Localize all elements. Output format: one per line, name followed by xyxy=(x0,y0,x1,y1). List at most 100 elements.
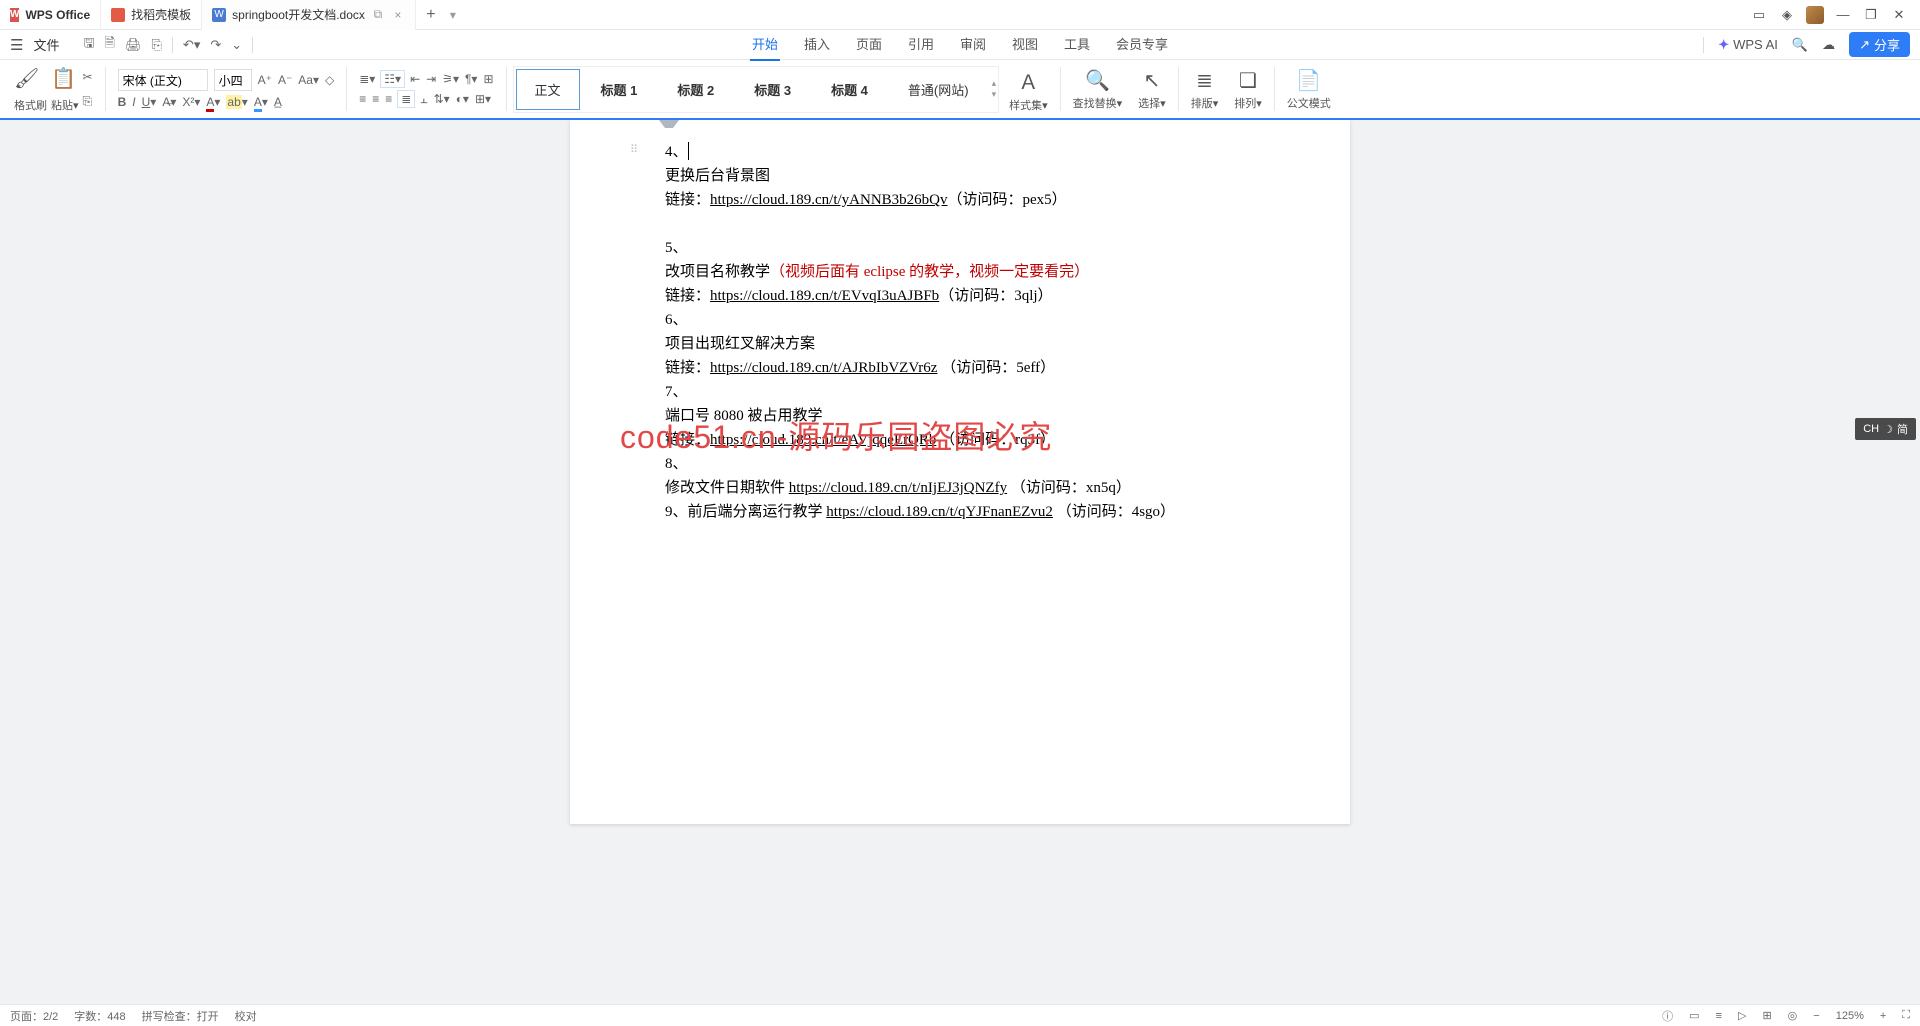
win-cube-icon[interactable]: ◈ xyxy=(1778,6,1796,24)
strikethrough-icon[interactable]: A̶▾ xyxy=(162,95,176,109)
italic-icon[interactable]: I xyxy=(132,95,135,109)
status-info-icon[interactable]: ⓘ xyxy=(1662,1008,1673,1024)
paste-button[interactable]: 📋粘贴▾ xyxy=(51,66,79,113)
format-painter-button[interactable]: 🖌格式刷 xyxy=(14,66,47,113)
superscript-icon[interactable]: X²▾ xyxy=(182,95,200,109)
win-panel-icon[interactable]: ▭ xyxy=(1750,6,1768,24)
increase-font-icon[interactable]: A⁺ xyxy=(258,73,272,87)
tab-reference[interactable]: 引用 xyxy=(906,28,936,61)
file-menu[interactable]: 文件 xyxy=(33,35,59,54)
status-words[interactable]: 字数：448 xyxy=(74,1008,125,1024)
borders-icon[interactable]: ⊞▾ xyxy=(475,92,491,106)
change-case-icon[interactable]: Aa▾ xyxy=(298,73,319,87)
bold-icon[interactable]: B xyxy=(118,95,127,109)
char-border-icon[interactable]: A̲ xyxy=(274,95,282,109)
view-page-icon[interactable]: ▭ xyxy=(1689,1009,1699,1022)
status-spellcheck[interactable]: 拼写检查：打开 xyxy=(142,1008,219,1024)
decrease-indent-icon[interactable]: ⇤ xyxy=(410,72,420,86)
gov-mode-button[interactable]: 📄公文模式 xyxy=(1281,60,1337,118)
qat-dropdown-icon[interactable]: ⌄ xyxy=(231,37,242,53)
style-body[interactable]: 正文 xyxy=(516,69,580,110)
workspace[interactable]: ⠿ 4、 更换后台背景图 链接：https://cloud.189.cn/t/y… xyxy=(0,120,1920,1004)
fullscreen-icon[interactable]: ⛶ xyxy=(1902,1009,1910,1022)
status-page[interactable]: 页面：2/2 xyxy=(10,1008,58,1024)
style-h3[interactable]: 标题 3 xyxy=(735,69,810,110)
view-web-icon[interactable]: ⊞ xyxy=(1762,1009,1771,1022)
clear-format-icon[interactable]: ◇ xyxy=(325,73,334,87)
undo-icon[interactable]: ↶▾ xyxy=(183,37,200,53)
highlight-icon[interactable]: ab▾ xyxy=(226,95,247,109)
guides-icon[interactable]: ⊞ xyxy=(483,72,493,86)
align-right-icon[interactable]: ≡ xyxy=(385,92,392,106)
select-button[interactable]: ↖选择▾ xyxy=(1132,60,1172,118)
tab-add-dropdown[interactable]: ▾ xyxy=(446,8,460,22)
arrange-button[interactable]: ≣排版▾ xyxy=(1185,60,1225,118)
underline-icon[interactable]: U▾ xyxy=(142,95,157,109)
share-button[interactable]: ↗分享 xyxy=(1849,32,1910,57)
status-proof[interactable]: 校对 xyxy=(235,1008,257,1024)
zoom-in-icon[interactable]: + xyxy=(1880,1010,1886,1022)
document-page[interactable]: ⠿ 4、 更换后台背景图 链接：https://cloud.189.cn/t/y… xyxy=(570,120,1350,824)
align-center-icon[interactable]: ≡ xyxy=(372,92,379,106)
font-select[interactable] xyxy=(118,69,208,91)
drag-handle-icon[interactable]: ⠿ xyxy=(630,142,638,160)
tab-insert[interactable]: 插入 xyxy=(802,28,832,61)
tab-start[interactable]: 开始 xyxy=(750,28,780,61)
bullet-list-icon[interactable]: ≣▾ xyxy=(359,72,375,86)
style-scroll-down-icon[interactable]: ▾ xyxy=(992,89,997,100)
show-marks-icon[interactable]: ¶▾ xyxy=(465,72,477,86)
doc-url[interactable]: https://cloud.189.cn/t/AJRbIbVZVr6z xyxy=(710,360,937,376)
sort-button[interactable]: ❏排列▾ xyxy=(1228,60,1268,118)
doc-url[interactable]: https://cloud.189.cn/t/eAVjqqeErQRb xyxy=(710,432,936,448)
copy-icon[interactable]: ⎘ xyxy=(83,94,93,109)
find-replace-button[interactable]: 🔍查找替换▾ xyxy=(1067,60,1129,118)
ime-indicator[interactable]: CH ☽ 简 xyxy=(1855,418,1916,440)
user-avatar[interactable] xyxy=(1806,6,1824,24)
style-h2[interactable]: 标题 2 xyxy=(658,69,733,110)
export-icon[interactable]: ⎘ xyxy=(152,37,162,53)
number-list-icon[interactable]: ☷▾ xyxy=(381,71,404,87)
view-read-icon[interactable]: ▷ xyxy=(1738,1009,1746,1022)
style-scroll-up-icon[interactable]: ▴ xyxy=(992,78,997,89)
save-icon[interactable]: 🖫 xyxy=(83,34,94,56)
style-h1[interactable]: 标题 1 xyxy=(582,69,657,110)
tab-add-button[interactable]: + xyxy=(416,6,446,24)
view-focus-icon[interactable]: ◎ xyxy=(1788,1009,1798,1022)
distribute-icon[interactable]: ⫠ xyxy=(420,92,427,107)
cloud-icon[interactable]: ☁ xyxy=(1822,37,1835,53)
increase-indent-icon[interactable]: ⇥ xyxy=(426,72,436,86)
doc-url[interactable]: https://cloud.189.cn/t/qYJFnanEZvu2 xyxy=(826,504,1053,520)
zoom-level[interactable]: 125% xyxy=(1836,1010,1864,1022)
tab-review[interactable]: 审阅 xyxy=(958,28,988,61)
font-color-icon[interactable]: A▾ xyxy=(206,95,220,109)
shading-icon[interactable]: A▾ xyxy=(254,95,268,109)
sort-icon[interactable]: ⚞▾ xyxy=(442,72,459,86)
tab-duplicate-icon[interactable]: ⧉ xyxy=(371,7,385,22)
tab-tools[interactable]: 工具 xyxy=(1062,28,1092,61)
tab-template[interactable]: 找稻壳模板 xyxy=(101,0,202,30)
tab-page[interactable]: 页面 xyxy=(854,28,884,61)
doc-url[interactable]: https://cloud.189.cn/t/nIjEJ3jQNZfy xyxy=(789,480,1007,496)
style-normal-site[interactable]: 普通(网站) xyxy=(889,69,988,110)
tab-view[interactable]: 视图 xyxy=(1010,28,1040,61)
search-icon[interactable]: 🔍 xyxy=(1792,37,1808,53)
font-size-select[interactable] xyxy=(214,69,252,91)
tab-close-icon[interactable]: × xyxy=(391,8,405,22)
doc-url[interactable]: https://cloud.189.cn/t/EVvqI3uAJBFb xyxy=(710,288,939,304)
zoom-out-icon[interactable]: − xyxy=(1813,1010,1819,1022)
style-set-button[interactable]: Ａ样式集▾ xyxy=(1003,60,1054,118)
align-left-icon[interactable]: ≡ xyxy=(359,92,366,106)
tab-document[interactable]: W springboot开发文档.docx ⧉ × xyxy=(202,0,416,30)
app-tab[interactable]: W WPS Office xyxy=(0,0,101,30)
redo-icon[interactable]: ↷ xyxy=(210,37,221,53)
align-justify-icon[interactable]: ≣ xyxy=(398,91,414,107)
wps-ai-button[interactable]: ✦WPS AI xyxy=(1718,37,1778,53)
decrease-font-icon[interactable]: A⁻ xyxy=(278,73,292,87)
minimize-icon[interactable]: — xyxy=(1834,6,1852,24)
hamburger-icon[interactable]: ☰ xyxy=(10,36,23,54)
style-h4[interactable]: 标题 4 xyxy=(812,69,887,110)
close-icon[interactable]: ✕ xyxy=(1890,6,1908,24)
tab-vip[interactable]: 会员专享 xyxy=(1114,28,1170,61)
maximize-icon[interactable]: ❐ xyxy=(1862,6,1880,24)
print-icon[interactable]: 🖨 xyxy=(125,37,142,53)
